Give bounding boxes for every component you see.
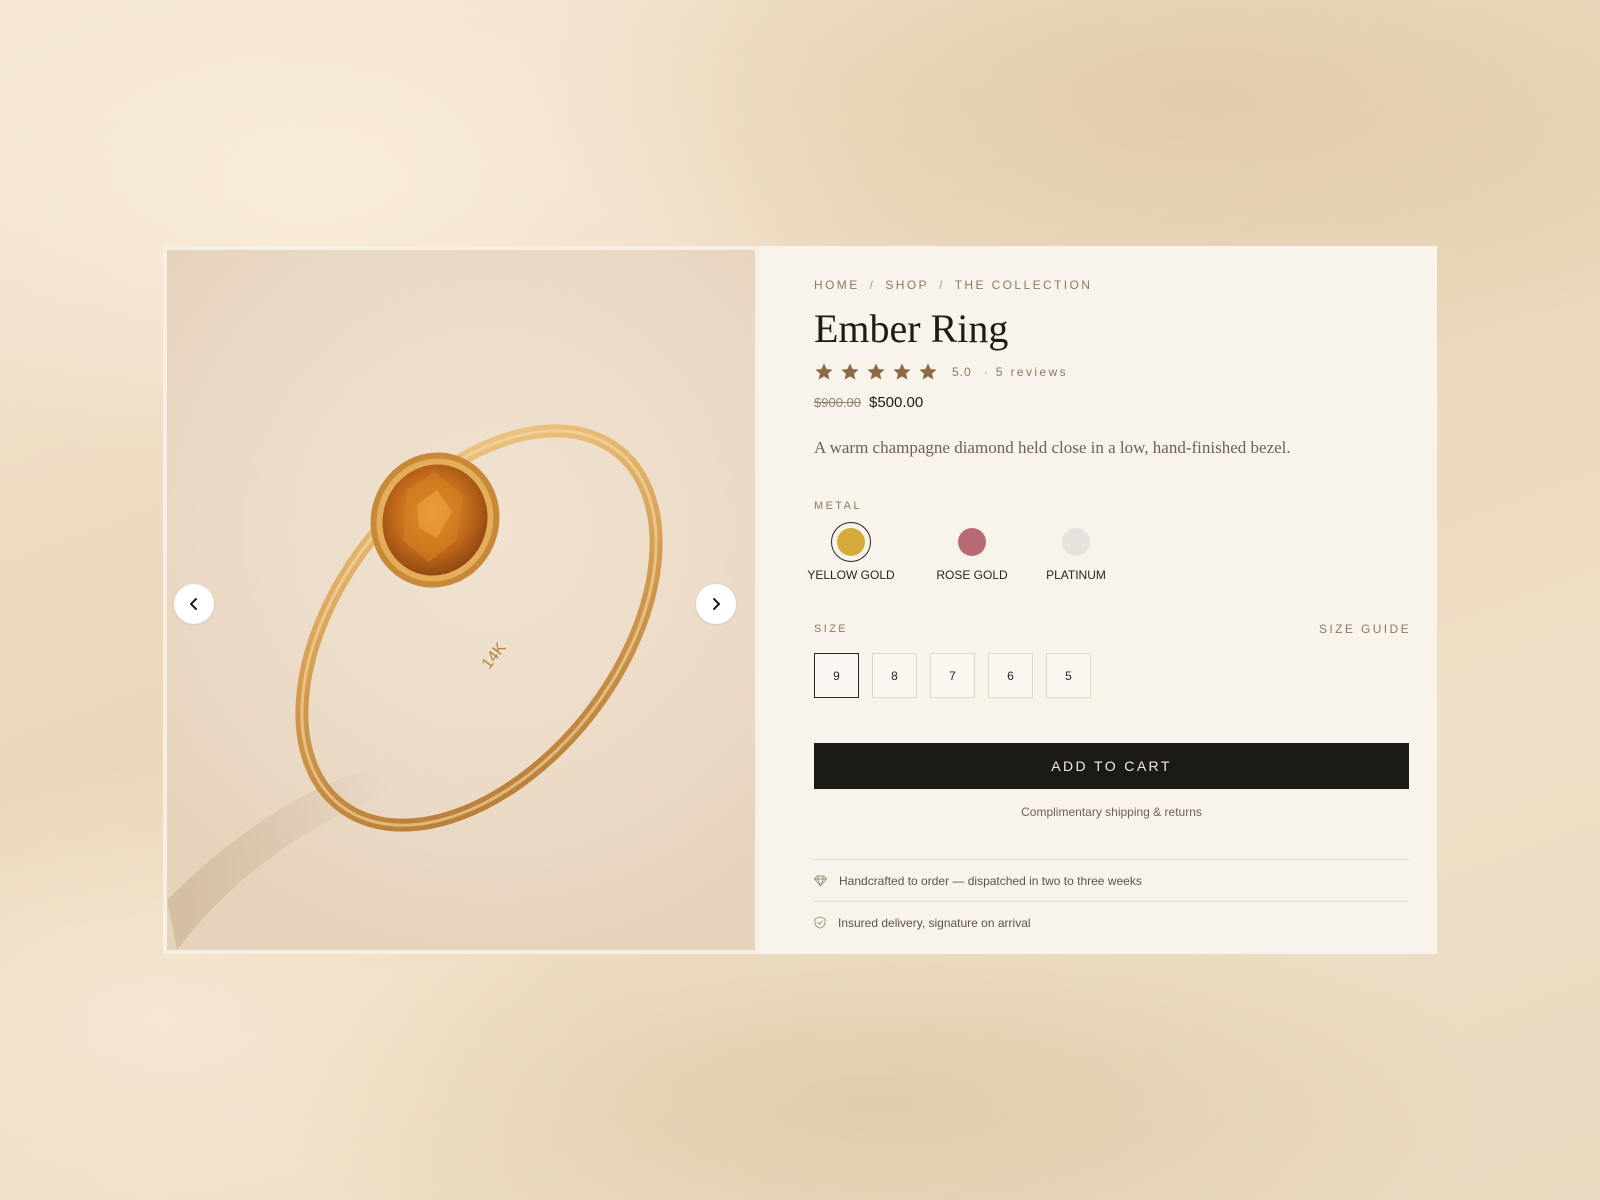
rating-value: 5.0 xyxy=(952,365,972,379)
size-header: SIZE SIZE GUIDE xyxy=(814,622,1411,636)
metal-name: ROSE GOLD xyxy=(936,568,1008,582)
product-card: 14K HOME / SHOP / THE COLLECTION Ember R… xyxy=(163,246,1437,954)
chevron-right-icon xyxy=(713,598,720,610)
metal-options: YELLOW GOLD ROSE GOLD PLATINUM xyxy=(807,522,1411,582)
product-details: HOME / SHOP / THE COLLECTION Ember Ring … xyxy=(759,246,1437,954)
metal-option-platinum[interactable]: PLATINUM xyxy=(1039,522,1113,582)
breadcrumb-collection[interactable]: THE COLLECTION xyxy=(955,278,1093,292)
rating-stars xyxy=(814,362,938,382)
diamond-icon xyxy=(814,875,827,886)
size-option[interactable]: 6 xyxy=(988,653,1033,698)
product-gallery: 14K xyxy=(163,246,759,954)
shield-icon xyxy=(814,916,826,929)
swatch-ring xyxy=(1056,522,1096,562)
feature-text: Insured delivery, signature on arrival xyxy=(838,915,1031,930)
size-label: SIZE xyxy=(814,623,849,635)
next-image-button[interactable] xyxy=(696,584,736,624)
chevron-left-icon xyxy=(190,598,197,610)
feature-list: Handcrafted to order — dispatched in two… xyxy=(814,859,1409,943)
metal-name: YELLOW GOLD xyxy=(807,568,895,582)
svg-text:14K: 14K xyxy=(479,639,510,672)
rose-gold-swatch xyxy=(958,528,986,556)
breadcrumb-home[interactable]: HOME xyxy=(814,278,860,292)
rating-separator: · xyxy=(983,365,988,379)
size-guide-link[interactable]: SIZE GUIDE xyxy=(1319,622,1411,636)
add-to-cart-button[interactable]: ADD TO CART xyxy=(814,743,1409,789)
star-icon xyxy=(919,363,937,380)
product-image: 14K xyxy=(167,424,663,950)
star-icon xyxy=(893,363,911,380)
platinum-swatch xyxy=(1062,528,1090,556)
product-description: A warm champagne diamond held close in a… xyxy=(814,438,1291,457)
shipping-note: Complimentary shipping & returns xyxy=(1021,805,1202,819)
size-option[interactable]: 8 xyxy=(872,653,917,698)
breadcrumb: HOME / SHOP / THE COLLECTION xyxy=(814,278,1411,292)
star-icon xyxy=(867,363,885,380)
product-title: Ember Ring xyxy=(814,306,1009,351)
sale-price: $500.00 xyxy=(869,394,924,411)
breadcrumb-separator: / xyxy=(938,278,945,292)
breadcrumb-separator: / xyxy=(869,278,876,292)
star-icon xyxy=(841,363,859,380)
metal-option-yellow-gold[interactable]: YELLOW GOLD xyxy=(807,522,895,582)
yellow-gold-swatch xyxy=(837,528,865,556)
breadcrumb-shop[interactable]: SHOP xyxy=(885,278,929,292)
metal-option-rose-gold[interactable]: ROSE GOLD xyxy=(935,522,1009,582)
metal-label: METAL xyxy=(814,500,862,512)
feature-text: Handcrafted to order — dispatched in two… xyxy=(839,873,1142,888)
size-option[interactable]: 5 xyxy=(1046,653,1091,698)
rating[interactable]: 5.0 · 5 reviews xyxy=(814,361,1411,383)
feature-item: Handcrafted to order — dispatched in two… xyxy=(814,859,1409,901)
metal-name: PLATINUM xyxy=(1046,568,1106,582)
star-icon xyxy=(815,363,833,380)
swatch-ring xyxy=(831,522,871,562)
size-option[interactable]: 9 xyxy=(814,653,859,698)
feature-item: Insured delivery, signature on arrival xyxy=(814,901,1409,943)
size-option[interactable]: 7 xyxy=(930,653,975,698)
swatch-ring xyxy=(952,522,992,562)
original-price: $900.00 xyxy=(814,395,861,410)
price: $900.00 $500.00 xyxy=(814,394,1411,411)
prev-image-button[interactable] xyxy=(174,584,214,624)
size-options: 9 8 7 6 5 xyxy=(814,653,1411,698)
review-count[interactable]: 5 reviews xyxy=(996,365,1068,379)
